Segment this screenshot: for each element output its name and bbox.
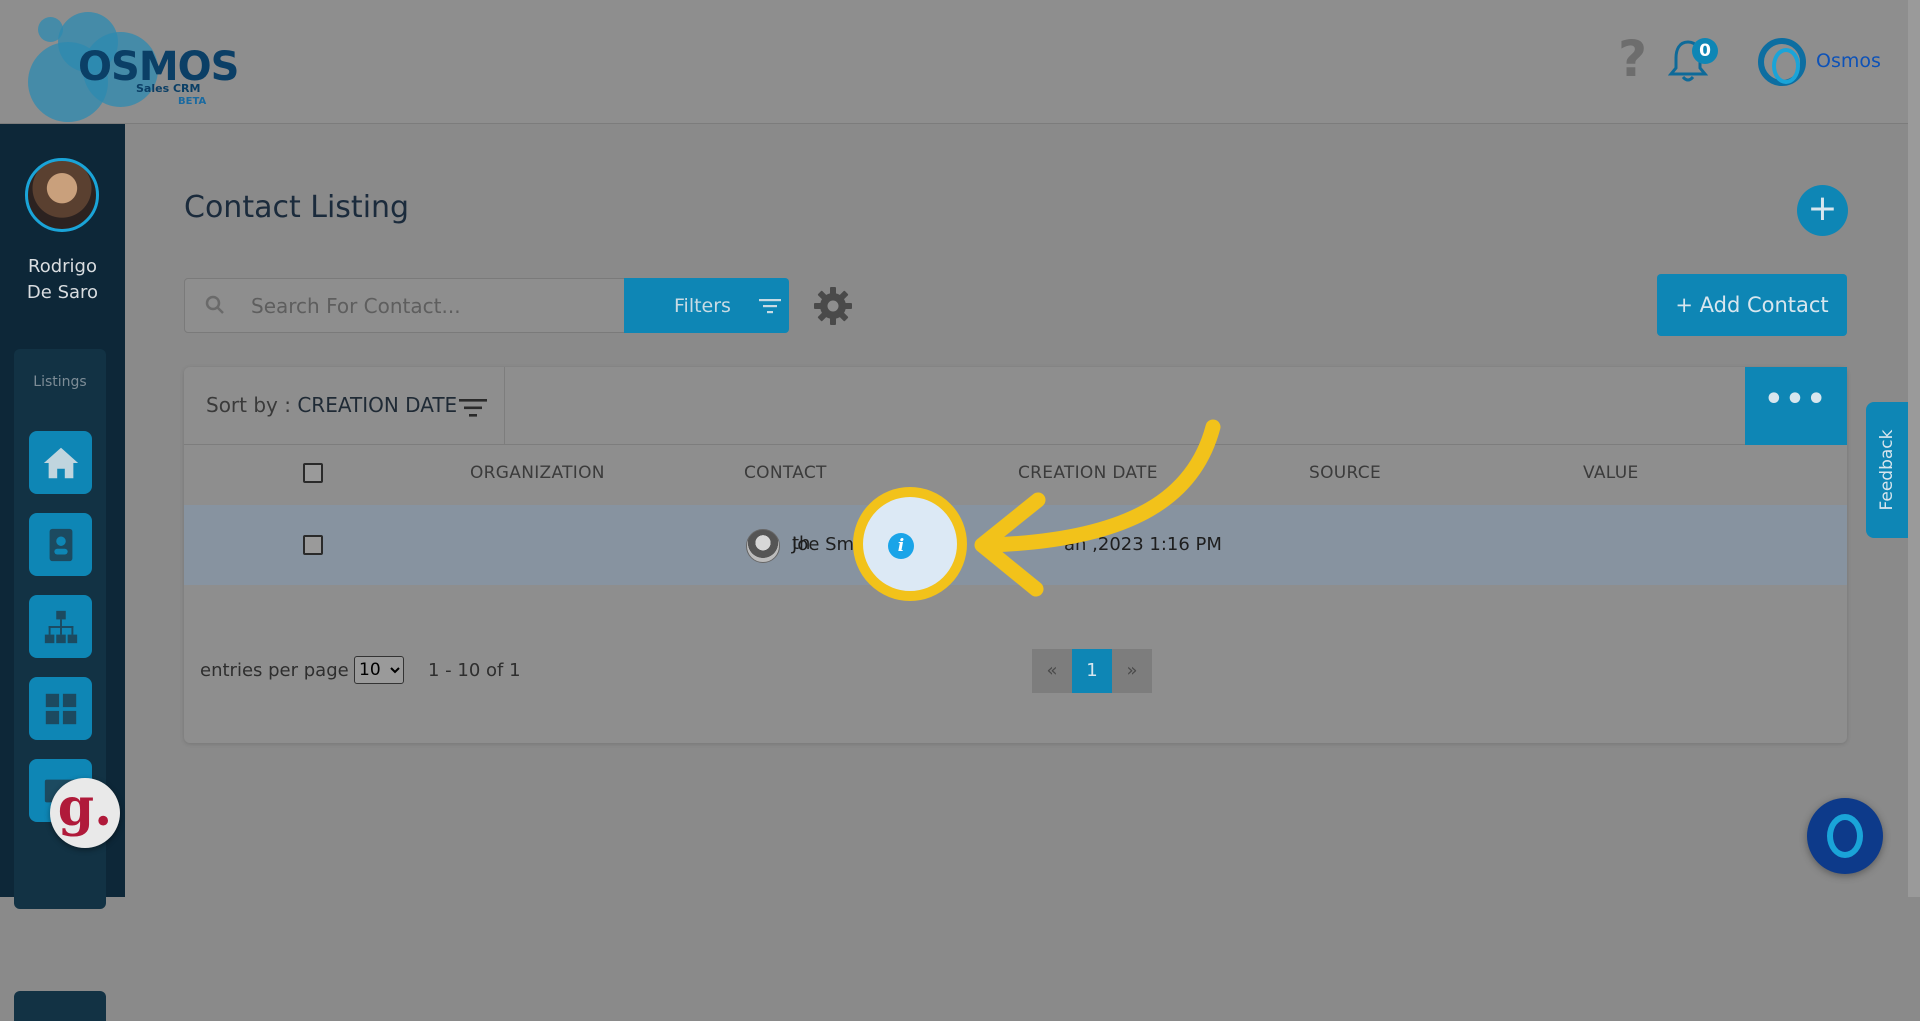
more-options-button[interactable]: ••• [1745,367,1847,445]
sort-icon[interactable] [459,397,487,419]
search-box [184,278,625,333]
pager-page-1[interactable]: 1 [1072,649,1112,693]
search-icon [205,295,224,314]
column-header-value[interactable]: VALUE [1583,463,1638,483]
filters-button[interactable]: Filters [624,278,789,333]
profile-name: Rodrigo De Saro [0,254,125,306]
pager-prev-button[interactable]: « [1032,649,1072,693]
logo-beta: BETA [178,96,207,107]
contact-name-suffix: th [792,533,811,554]
chat-launcher-icon[interactable] [1807,798,1883,874]
column-header-source[interactable]: SOURCE [1309,463,1381,483]
logo-subtitle: Sales CRM [136,82,201,95]
user-menu-label[interactable]: Osmos [1816,50,1881,72]
filters-label: Filters [674,294,731,317]
nav-dashboard-button[interactable] [29,677,92,740]
info-icon[interactable]: i [888,533,914,559]
sort-control[interactable]: Sort by : CREATION DATE [206,393,457,417]
annotation-arrow [974,419,1221,597]
pagination: « 1 » [1032,649,1152,693]
osmos-logo[interactable]: OSMOS Sales CRM BETA [28,12,239,122]
listings-label: Listings [33,374,87,390]
feedback-label: Feedback [1877,429,1897,511]
home-icon [43,447,78,478]
user-avatar-icon[interactable] [1758,38,1806,86]
profile-avatar[interactable] [25,158,99,232]
gear-icon[interactable] [812,285,854,327]
profile-last-name: De Saro [26,282,99,303]
add-circle-button[interactable]: + [1797,185,1848,236]
profile-first-name: Rodrigo [28,256,97,277]
contact-card-icon [49,528,72,561]
nav-home-button[interactable] [29,431,92,494]
search-input[interactable] [249,279,619,332]
scrollbar[interactable] [1908,0,1920,897]
help-icon[interactable]: ? [1618,34,1647,84]
org-chart-icon [44,610,77,643]
entries-per-page-label: entries per page [200,660,349,681]
nav-contacts-button[interactable] [29,513,92,576]
entries-per-page-select[interactable]: 10 [354,656,404,684]
page-title: Contact Listing [184,190,410,225]
range-text: 1 - 10 of 1 [428,660,521,681]
pager-next-button[interactable]: » [1112,649,1152,693]
nav-organizations-button[interactable] [29,595,92,658]
grid-icon [45,693,76,724]
add-contact-button[interactable]: + Add Contact [1657,274,1847,336]
sort-prefix: Sort by : [206,393,298,417]
select-all-checkbox[interactable] [303,463,323,483]
logo-blob [38,17,63,42]
sidebar-bottom-panel [14,991,106,1021]
g-app-badge[interactable]: g. [50,778,120,848]
column-header-organization[interactable]: ORGANIZATION [470,463,605,483]
feedback-tab[interactable]: Feedback [1866,402,1908,538]
filter-lines-icon [758,298,781,313]
row-checkbox[interactable] [303,535,323,555]
column-header-contact[interactable]: CONTACT [744,463,827,483]
top-header: OSMOS Sales CRM BETA ? 0 Osmos [0,0,1908,124]
contact-avatar [746,529,780,563]
sort-divider [504,367,505,445]
notification-badge: 0 [1692,38,1718,64]
sort-value: CREATION DATE [297,393,458,417]
